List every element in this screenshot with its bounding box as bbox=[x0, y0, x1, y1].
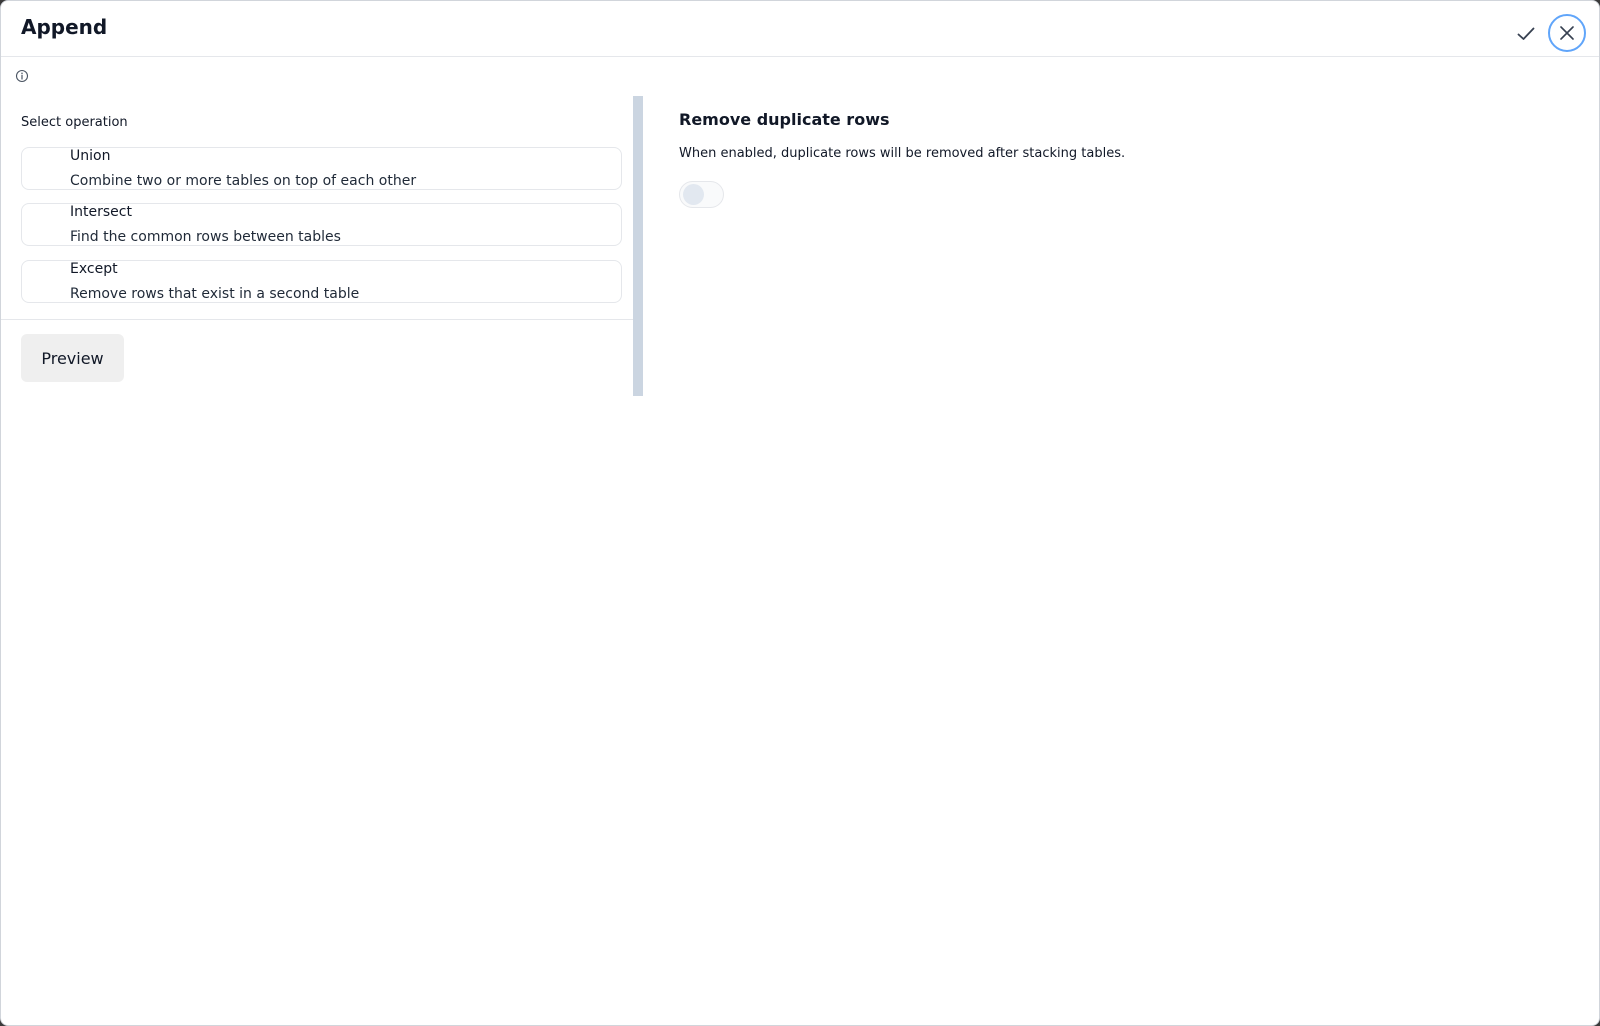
select-operation-label: Select operation bbox=[21, 115, 128, 130]
remove-duplicates-title: Remove duplicate rows bbox=[679, 110, 890, 129]
toggle-knob bbox=[683, 184, 704, 205]
operation-option-except[interactable]: Except Remove rows that exist in a secon… bbox=[21, 260, 622, 303]
close-icon bbox=[1560, 26, 1574, 40]
preview-button[interactable]: Preview bbox=[21, 334, 124, 382]
operation-name: Union bbox=[70, 148, 111, 164]
operation-description: Combine two or more tables on top of eac… bbox=[70, 173, 417, 189]
operation-description: Find the common rows between tables bbox=[70, 229, 341, 245]
close-button[interactable] bbox=[1548, 14, 1586, 52]
operation-panel: Select operation Union Combine two or mo… bbox=[1, 96, 633, 396]
dialog-header: Append bbox=[1, 1, 1599, 57]
operation-name: Intersect bbox=[70, 204, 132, 220]
info-icon[interactable] bbox=[15, 69, 29, 83]
remove-duplicates-toggle[interactable] bbox=[679, 181, 724, 208]
append-dialog: Append Select operation Union Combine tw… bbox=[0, 0, 1600, 1026]
confirm-button[interactable] bbox=[1510, 19, 1542, 49]
panel-resize-handle[interactable] bbox=[633, 96, 643, 396]
remove-duplicates-description: When enabled, duplicate rows will be rem… bbox=[679, 146, 1126, 161]
operation-option-intersect[interactable]: Intersect Find the common rows between t… bbox=[21, 203, 622, 246]
operation-option-union[interactable]: Union Combine two or more tables on top … bbox=[21, 147, 622, 190]
operation-description: Remove rows that exist in a second table bbox=[70, 286, 360, 302]
dialog-title: Append bbox=[21, 15, 108, 39]
divider bbox=[1, 319, 633, 320]
check-icon bbox=[1517, 27, 1535, 40]
operation-name: Except bbox=[70, 261, 118, 277]
options-panel: Remove duplicate rows When enabled, dupl… bbox=[679, 96, 1579, 246]
